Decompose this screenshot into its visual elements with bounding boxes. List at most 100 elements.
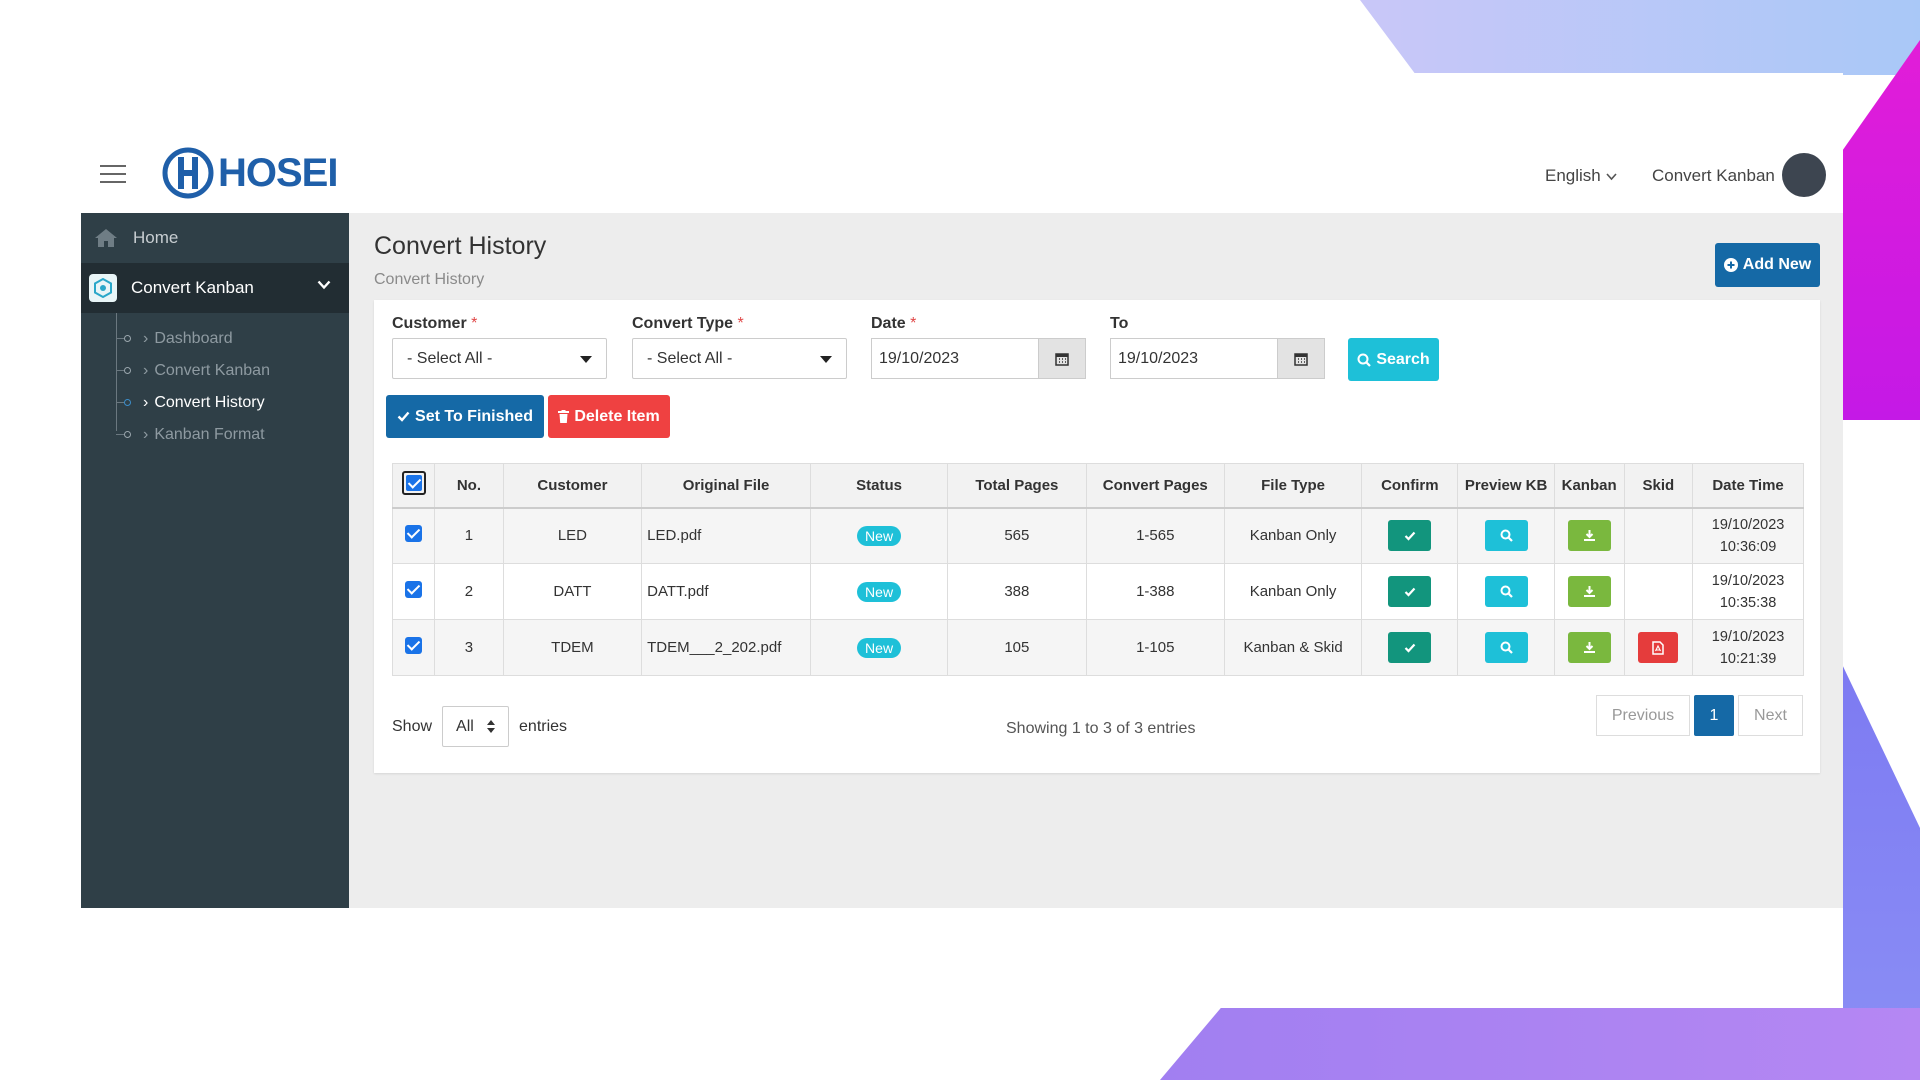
chevron-right-icon: › xyxy=(143,426,149,443)
row-checkbox[interactable] xyxy=(405,637,423,654)
circle-icon xyxy=(124,367,131,374)
to-filter-label: To xyxy=(1110,315,1129,332)
date-from-input[interactable]: 19/10/2023 xyxy=(872,339,1038,378)
column-header[interactable]: Status xyxy=(809,463,949,509)
column-header[interactable]: Preview KB xyxy=(1457,463,1555,509)
entries-label: entries xyxy=(519,717,568,735)
set-to-finished-button[interactable]: Set To Finished xyxy=(386,395,544,438)
column-header[interactable]: Date Time xyxy=(1692,463,1804,509)
column-header[interactable]: Confirm xyxy=(1361,463,1459,509)
date-to-input[interactable]: 19/10/2023 xyxy=(1111,339,1277,378)
convert-type-filter-label: Convert Type * xyxy=(632,315,744,332)
confirm-button[interactable] xyxy=(1388,576,1432,607)
user-avatar[interactable] xyxy=(1782,153,1826,197)
row-original-file: TDEM___2_202.pdf xyxy=(641,619,811,676)
row-convert-pages: 1-105 xyxy=(1085,619,1225,676)
convert-type-select[interactable]: - Select All - xyxy=(632,338,847,379)
language-label: English xyxy=(1545,166,1601,185)
table-row: 1 LED LED.pdf New 565 1-565 Kanban Only … xyxy=(391,507,1804,564)
column-header[interactable]: Original File xyxy=(641,463,811,509)
row-file-type: Kanban Only xyxy=(1223,563,1363,620)
row-customer: LED xyxy=(502,507,643,564)
confirm-button[interactable] xyxy=(1388,632,1432,663)
row-customer: DATT xyxy=(502,563,643,620)
previous-page-button[interactable]: Previous xyxy=(1596,695,1690,736)
sidebar-item-label: Convert Kanban xyxy=(154,362,270,379)
column-header[interactable]: Convert Pages xyxy=(1085,463,1225,509)
preview-kb-button[interactable] xyxy=(1484,632,1528,663)
circle-icon xyxy=(124,335,131,342)
caret-down-icon xyxy=(820,356,832,363)
delete-item-button[interactable]: Delete Item xyxy=(548,395,670,438)
row-checkbox[interactable] xyxy=(405,581,423,598)
sidebar-home-label: Home xyxy=(133,228,179,247)
column-header[interactable]: File Type xyxy=(1223,463,1363,509)
row-checkbox[interactable] xyxy=(405,525,423,543)
sidebar-section-convert-kanban[interactable]: Convert Kanban xyxy=(81,263,349,313)
customer-select[interactable]: - Select All - xyxy=(392,338,607,379)
column-header[interactable]: No. xyxy=(434,463,504,509)
column-header[interactable]: Total Pages xyxy=(947,463,1087,509)
date-from-field[interactable]: 19/10/2023 xyxy=(871,338,1086,379)
check-icon xyxy=(1404,531,1416,541)
sidebar-item-label: Dashboard xyxy=(154,330,233,347)
sidebar: Home Convert Kanban › Dashboard › Conver… xyxy=(81,213,349,908)
brand-name: HOSEI xyxy=(218,150,338,195)
show-label: Show xyxy=(392,717,433,735)
date-to-field[interactable]: 19/10/2023 xyxy=(1110,338,1325,379)
row-total-pages: 105 xyxy=(947,619,1087,676)
kanban-download-button[interactable] xyxy=(1567,632,1611,663)
next-page-button[interactable]: Next xyxy=(1738,695,1803,736)
search-button[interactable]: Search xyxy=(1348,338,1439,381)
page-length-select[interactable]: All xyxy=(442,706,510,747)
language-select[interactable]: English xyxy=(1545,166,1617,186)
add-new-button[interactable]: Add New xyxy=(1715,243,1820,287)
circle-icon xyxy=(124,399,131,406)
confirm-button[interactable] xyxy=(1388,520,1432,552)
customer-select-value: - Select All - xyxy=(407,349,493,367)
sidebar-item-label: Convert History xyxy=(154,394,265,411)
table-row: 3 TDEM TDEM___2_202.pdf New 105 1-105 Ka… xyxy=(391,619,1804,676)
chevron-right-icon: › xyxy=(143,330,149,347)
skid-pdf-button[interactable] xyxy=(1638,632,1679,663)
user-menu-label[interactable]: Convert Kanban xyxy=(1652,166,1775,186)
row-file-type: Kanban & Skid xyxy=(1223,619,1363,676)
page-number-button[interactable]: 1 xyxy=(1694,695,1734,736)
top-header: HOSEI English Convert Kanban xyxy=(0,73,1843,213)
preview-kb-button[interactable] xyxy=(1484,576,1528,607)
row-total-pages: 388 xyxy=(947,563,1087,620)
menu-toggle-icon[interactable] xyxy=(100,165,126,183)
row-no: 2 xyxy=(434,563,504,620)
calendar-icon[interactable] xyxy=(1038,339,1085,378)
check-icon xyxy=(1404,587,1416,597)
trash-icon xyxy=(558,410,570,423)
column-header[interactable]: Skid xyxy=(1623,463,1694,509)
sidebar-item-home[interactable]: Home xyxy=(81,213,349,263)
kanban-download-button[interactable] xyxy=(1567,520,1611,552)
calendar-icon[interactable] xyxy=(1277,339,1324,378)
sidebar-item-convert-kanban[interactable]: › Convert Kanban xyxy=(81,355,349,387)
table-row: 2 DATT DATT.pdf New 388 1-388 Kanban Onl… xyxy=(391,563,1804,620)
pagination: Previous 1 Next xyxy=(1596,695,1803,736)
brand-logo[interactable]: HOSEI xyxy=(162,147,338,199)
search-icon xyxy=(1500,641,1513,654)
customer-filter-label: Customer * xyxy=(392,315,478,332)
column-header[interactable]: Kanban xyxy=(1553,463,1625,509)
row-total-pages: 565 xyxy=(947,507,1087,564)
select-all-checkbox[interactable] xyxy=(401,471,426,496)
preview-kb-button[interactable] xyxy=(1484,520,1528,552)
kanban-download-button[interactable] xyxy=(1567,576,1611,607)
row-time: 10:35:38 xyxy=(1719,594,1777,611)
column-header[interactable]: Customer xyxy=(502,463,643,509)
sidebar-item-convert-history[interactable]: › Convert History xyxy=(81,387,349,419)
history-card: Customer * - Select All - Convert Type *… xyxy=(374,300,1820,773)
row-file-type: Kanban Only xyxy=(1223,507,1363,564)
row-no: 3 xyxy=(434,619,504,676)
sidebar-item-dashboard[interactable]: › Dashboard xyxy=(81,323,349,355)
background-shape-top xyxy=(1360,0,1920,75)
page-title: Convert History xyxy=(374,232,547,260)
row-date: 19/10/2023 xyxy=(1711,628,1785,645)
circle-icon xyxy=(124,431,131,438)
add-new-label: Add New xyxy=(1742,256,1812,273)
sidebar-item-kanban-format[interactable]: › Kanban Format xyxy=(81,419,349,451)
